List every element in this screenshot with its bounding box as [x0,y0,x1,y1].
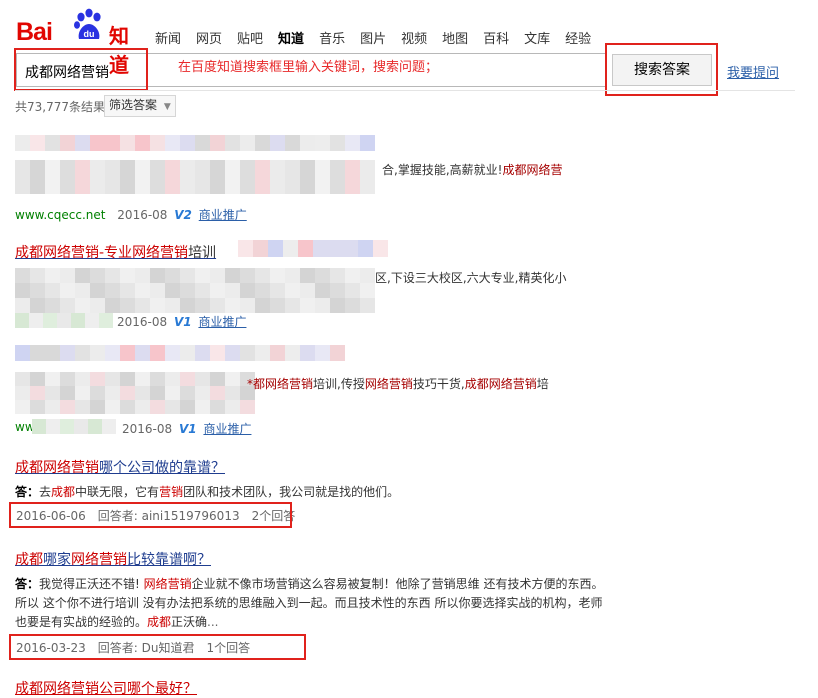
answer-label: 答： [15,577,40,591]
text-segment: 培 [536,377,549,391]
ad-meta: www.cqecc.net 2016-08 V2 商业推广 [15,206,247,223]
nav-item[interactable]: 文库 [524,28,550,47]
filter-label: 筛选答案 [109,98,158,112]
blurred-ad-url [15,313,113,328]
ad-snippet-highlight: 成都网络营 [502,163,563,177]
ad-meta: 2016-08 V1 商业推广 [122,420,251,437]
nav-item[interactable]: 视频 [401,28,427,47]
ad-snippet: *都网络营销培训,传授网络营销技巧干货,成都网络营销培 [247,375,549,392]
ad-title-text: -专业 [99,245,133,261]
blurred-ad-snippet [15,372,255,414]
annotation-box-search [14,48,148,91]
blurred-ad-url [32,419,116,434]
text-segment: 培训,传授 [313,377,365,391]
blurred-ad-title [15,345,345,361]
answer-label: 答： [15,485,40,499]
keyword-highlight: 成都 [51,485,76,499]
business-promotion-link[interactable]: 商业推广 [198,315,246,329]
text-segment: 去 [39,485,52,499]
ad-meta: 2016-08 V1 商业推广 [117,313,246,330]
ad-snippet: 合,掌握技能,高薪就业!成都网络营 [382,161,562,178]
text-segment: 正沃确 [171,615,208,629]
answer-snippet: 答：我觉得正沃还不错! 网络营销企业就不像市场营销这么容易被复制！他除了营销思维… [15,575,605,632]
ask-question-link[interactable]: 我要提问 [727,62,779,81]
keyword-highlight: 营销 [159,485,184,499]
keyword-highlight: 网络营销 [71,552,127,568]
result-count: 共73,777条结果 [15,100,105,114]
nav-item[interactable]: 音乐 [319,28,345,47]
keyword-highlight: 成都网络营销 [15,460,99,476]
blurred-ad-title [15,135,375,151]
text-segment: 哪个公司做的靠谱？ [99,460,225,476]
ad-date: 2016-08 [117,315,168,329]
keyword-highlight: 成都 [147,615,172,629]
blurred-ad-title-tail [238,240,388,257]
top-nav: 新闻 网页 贴吧 知道 音乐 图片 视频 地图 百科 文库 经验 [155,28,606,47]
divider [15,90,795,91]
ad-snippet: 区,下设三大校区,六大专业,精英化小 [375,271,567,285]
annotation-box-meta [9,502,292,528]
text-segment: 我觉得正沃还不错! [39,577,144,591]
verified-v-icon: V1 [173,315,192,329]
nav-item[interactable]: 知道 [278,28,304,47]
text-segment: ... [207,615,219,629]
annotation-box-button [605,43,718,96]
keyword-highlight: 网络营销 [143,577,192,591]
logo-bai-text: Bai [16,18,53,46]
verified-v-icon: V1 [178,422,197,436]
blurred-ad-snippet [15,268,375,313]
nav-item[interactable]: 网页 [196,28,222,47]
verified-v-icon: V2 [174,208,192,222]
chevron-down-icon: ▼ [163,102,171,112]
nav-item[interactable]: 新闻 [155,28,181,47]
question-title-link[interactable]: 成都网络营销公司哪个最好？ [15,678,197,698]
logo-du-text: du [84,29,95,39]
ad-title-highlight: 成都网络营销 [15,245,99,261]
annotation-note: 在百度知道搜索框里输入关键词，搜索问题； [178,60,439,75]
keyword-highlight: 成都 [15,552,43,568]
answer-snippet: 答：去成都中联无限，它有营销团队和技术团队，我公司就是找的他们。 [15,483,595,502]
ad-title-highlight: 网络营销 [132,245,189,261]
ad-title-link[interactable]: 成都网络营销-专业网络营销培训 [15,242,216,262]
nav-item[interactable]: 百科 [483,28,509,47]
business-promotion-link[interactable]: 商业推广 [203,422,251,436]
question-title-link[interactable]: 成都哪家网络营销比较靠谱啊？ [15,549,211,569]
text-segment: 哪家 [43,552,71,568]
text-segment: 技巧干货, [412,377,465,391]
ad-title-text: 培训 [188,245,217,261]
blurred-ad-snippet [15,160,375,194]
annotation-box-meta [9,634,306,660]
nav-item[interactable]: 经验 [565,28,591,47]
filter-answers-dropdown[interactable]: 筛选答案 ▼ [104,95,176,117]
question-title-link[interactable]: 成都网络营销哪个公司做的靠谱？ [15,457,225,477]
ad-date: 2016-08 [117,208,168,222]
nav-item[interactable]: 图片 [360,28,386,47]
nav-item[interactable]: 贴吧 [237,28,263,47]
business-promotion-link[interactable]: 商业推广 [199,208,247,222]
baidu-zhidao-logo[interactable]: Bai du 知道 [16,6,140,77]
keyword-highlight: 网络营销 [364,377,413,391]
ad-snippet-text: 合,掌握技能,高薪就业! [382,163,503,177]
text-segment: 中联无限，它有 [75,485,160,499]
ad-url[interactable]: www.cqecc.net [15,208,105,222]
paw-logo-icon: du [74,8,101,39]
text-segment: 比较靠谱啊？ [127,552,211,568]
ad-date: 2016-08 [122,422,173,436]
keyword-highlight: 成都网络营销 [464,377,537,391]
nav-item[interactable]: 地图 [442,28,468,47]
text-segment: 团队和技术团队，我公司就是找的他们。 [183,485,400,499]
keyword-highlight: *都网络营销 [247,377,314,391]
